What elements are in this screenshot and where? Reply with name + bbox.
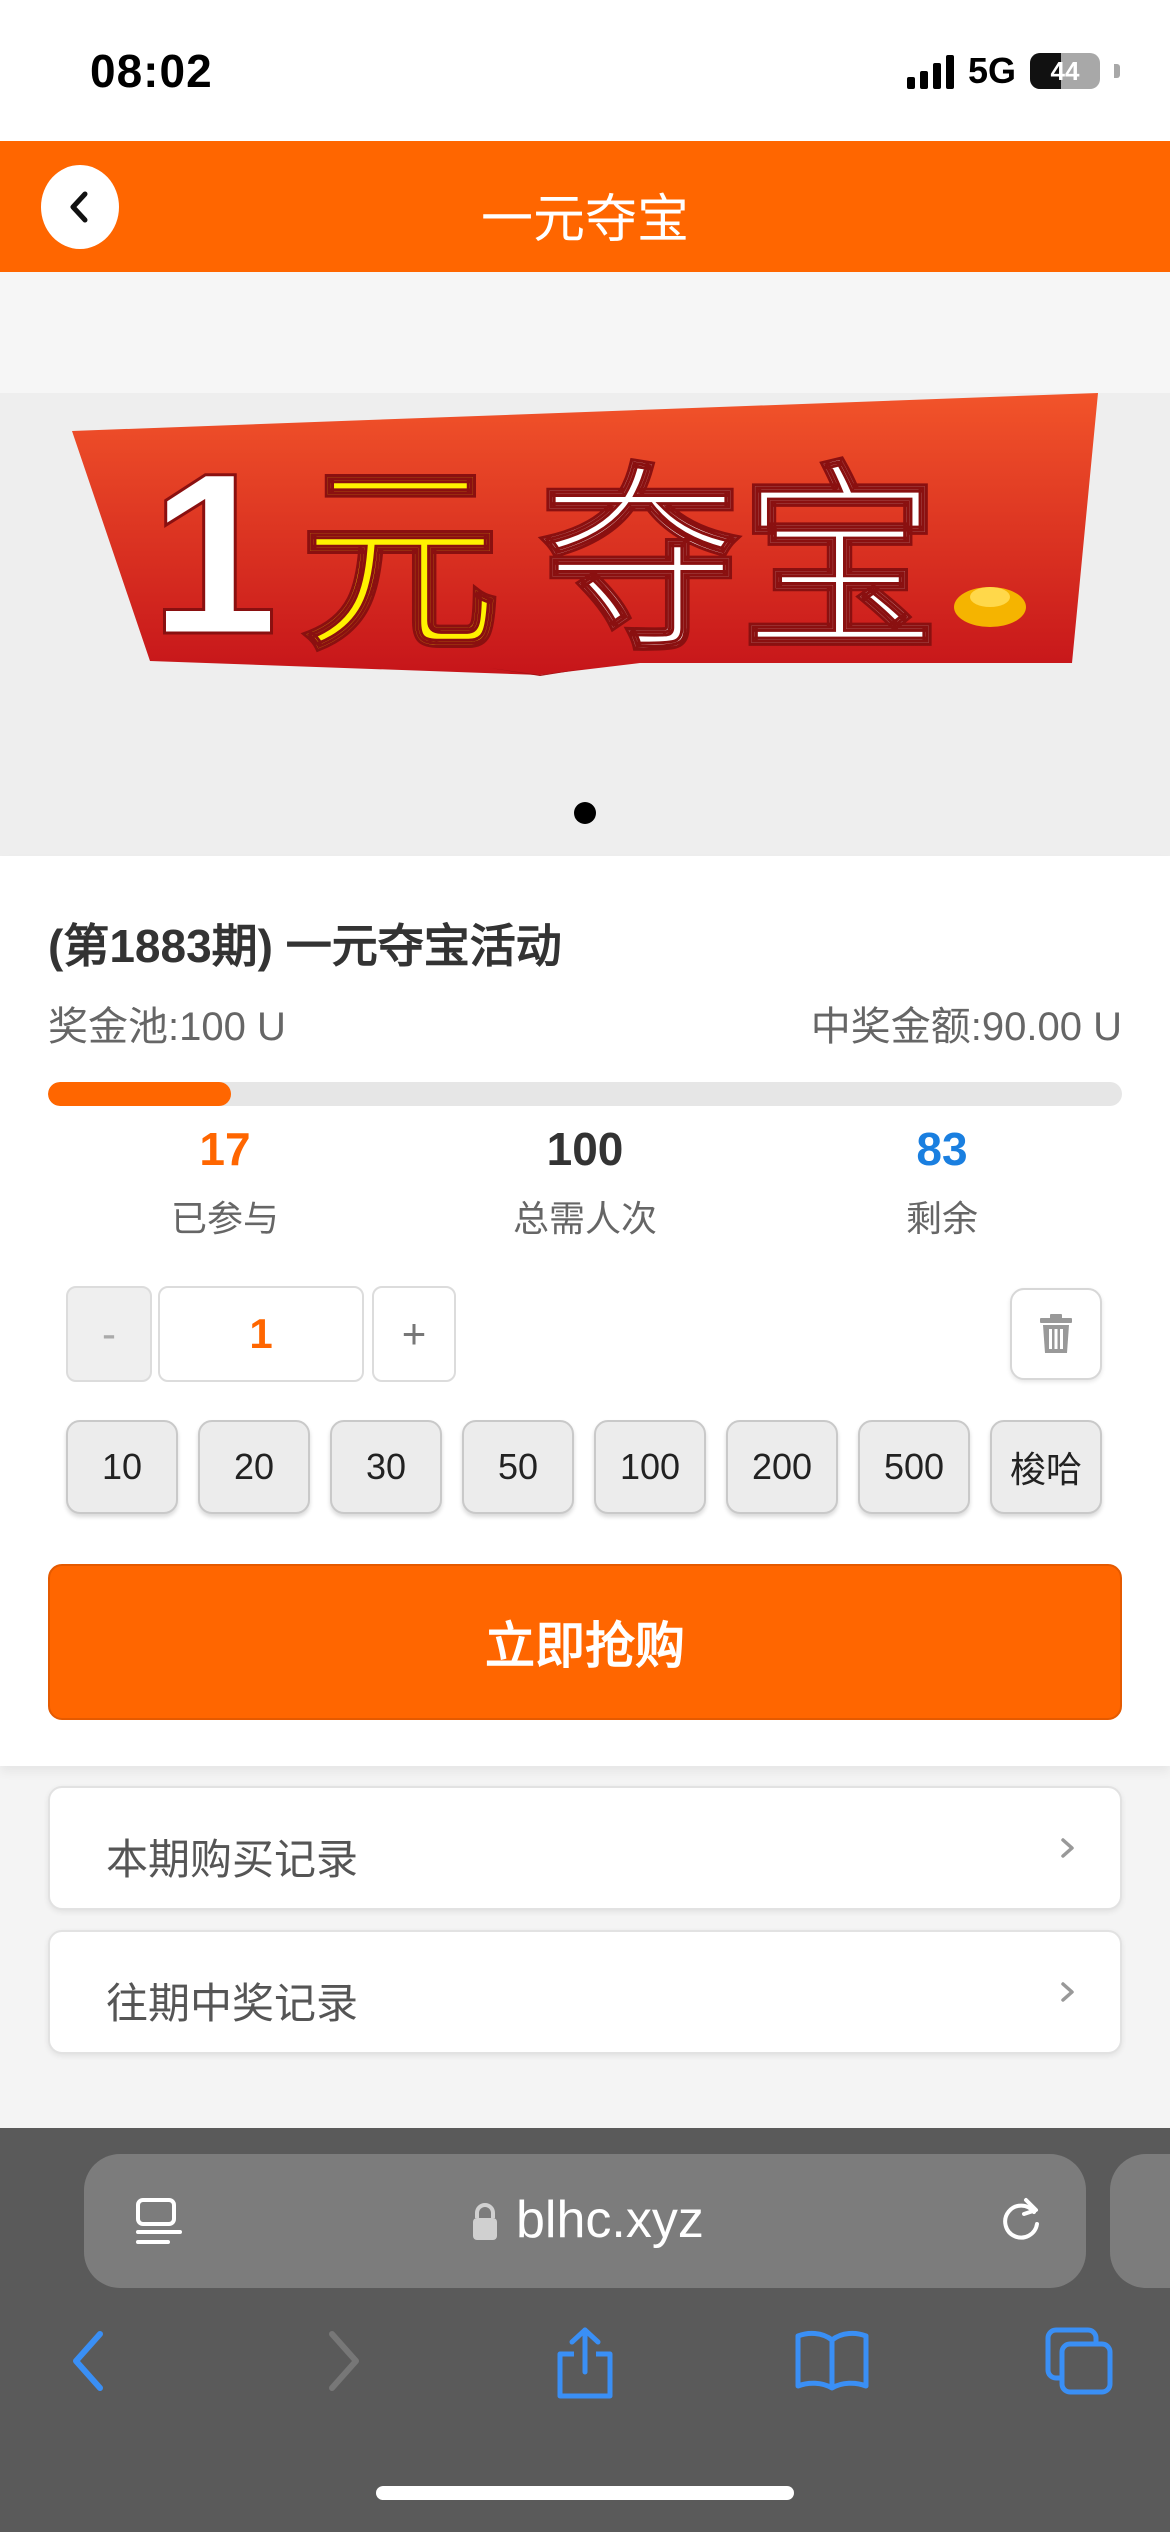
stat-total: 100 总需人次 <box>405 1122 765 1242</box>
preset-10-button[interactable]: 10 <box>66 1420 178 1514</box>
network-type: 5G <box>967 50 1016 91</box>
banner-text-yuan: 元 <box>300 446 500 679</box>
chevron-right-icon <box>1061 1982 1074 2002</box>
banner-text-number: 1 <box>150 425 278 682</box>
banner-text-duobao: 夺宝 <box>540 446 940 679</box>
banner-carousel[interactable]: 1 元 夺宝 <box>0 393 1170 856</box>
preset-50-button[interactable]: 50 <box>462 1420 574 1514</box>
stat-remaining: 83 剩余 <box>762 1122 1122 1242</box>
increment-button[interactable]: + <box>372 1286 456 1382</box>
forward-arrow-icon[interactable] <box>318 2326 368 2396</box>
signal-icon <box>906 53 954 89</box>
bookmarks-icon[interactable] <box>794 2326 870 2392</box>
progress-fill <box>48 1082 231 1106</box>
share-icon[interactable] <box>550 2326 620 2400</box>
status-indicators: 5G 44 <box>906 50 1120 92</box>
activity-card: (第1883期) 一元夺宝活动 奖金池:100 U 中奖金额:90.00 U 1… <box>0 856 1170 1766</box>
home-indicator[interactable] <box>376 2486 794 2500</box>
adjacent-tab-preview[interactable] <box>1110 2154 1170 2288</box>
prize-pool: 奖金池:100 U <box>48 1005 286 1049</box>
reload-icon[interactable] <box>996 2192 1046 2248</box>
stat-participated-value: 17 <box>199 1123 251 1175</box>
battery-level: 44 <box>1050 56 1080 86</box>
browser-toolbar: blhc.xyz <box>0 2128 1170 2532</box>
url-text: blhc.xyz <box>516 2191 704 2249</box>
page-title: 一元夺宝 <box>480 191 689 249</box>
preset-100-button[interactable]: 100 <box>594 1420 706 1514</box>
battery-icon: 44 <box>1030 53 1100 89</box>
clear-button[interactable] <box>1010 1288 1102 1380</box>
status-time: 08:02 <box>90 45 213 97</box>
quantity-input[interactable]: 1 <box>158 1286 364 1382</box>
spacer <box>0 272 1170 393</box>
record-label: 本期购买记录 <box>106 1836 359 1883</box>
past-winning-records-link[interactable]: 往期中奖记录 <box>48 1930 1122 2054</box>
tabs-icon[interactable] <box>1044 2326 1114 2396</box>
carousel-dot-active[interactable] <box>574 802 596 824</box>
buy-now-button[interactable]: 立即抢购 <box>48 1564 1122 1720</box>
trash-icon <box>1040 1314 1072 1353</box>
preset-500-button[interactable]: 500 <box>858 1420 970 1514</box>
address-bar[interactable]: blhc.xyz <box>84 2154 1086 2288</box>
preset-200-button[interactable]: 200 <box>726 1420 838 1514</box>
preset-30-button[interactable]: 30 <box>330 1420 442 1514</box>
banner-image: 1 元 夺宝 <box>72 393 1098 684</box>
app-header: 一元夺宝 <box>0 141 1170 272</box>
stat-remaining-value: 83 <box>916 1123 968 1175</box>
current-purchase-records-link[interactable]: 本期购买记录 <box>48 1786 1122 1910</box>
reader-icon[interactable] <box>134 2194 184 2250</box>
stat-total-value: 100 <box>546 1123 624 1175</box>
prize-amount: 中奖金额:90.00 U <box>810 1005 1122 1049</box>
preset-buttons: 10 20 30 50 100 200 500 梭哈 <box>66 1420 1102 1514</box>
stat-participated-label: 已参与 <box>170 1198 279 1239</box>
stat-participated: 17 已参与 <box>45 1122 405 1242</box>
record-label: 往期中奖记录 <box>106 1980 359 2027</box>
activity-title: (第1883期) 一元夺宝活动 <box>48 920 562 972</box>
chevron-right-icon <box>1061 1838 1074 1858</box>
stat-total-label: 总需人次 <box>512 1198 657 1239</box>
lock-icon <box>473 2203 497 2240</box>
progress-bar <box>48 1082 1122 1106</box>
preset-20-button[interactable]: 20 <box>198 1420 310 1514</box>
preset-all-in-button[interactable]: 梭哈 <box>990 1420 1102 1514</box>
status-bar: 08:02 5G 44 <box>0 0 1170 141</box>
back-arrow-icon[interactable] <box>64 2326 114 2396</box>
stat-remaining-label: 剩余 <box>905 1198 978 1239</box>
decrement-button[interactable]: - <box>66 1286 152 1382</box>
